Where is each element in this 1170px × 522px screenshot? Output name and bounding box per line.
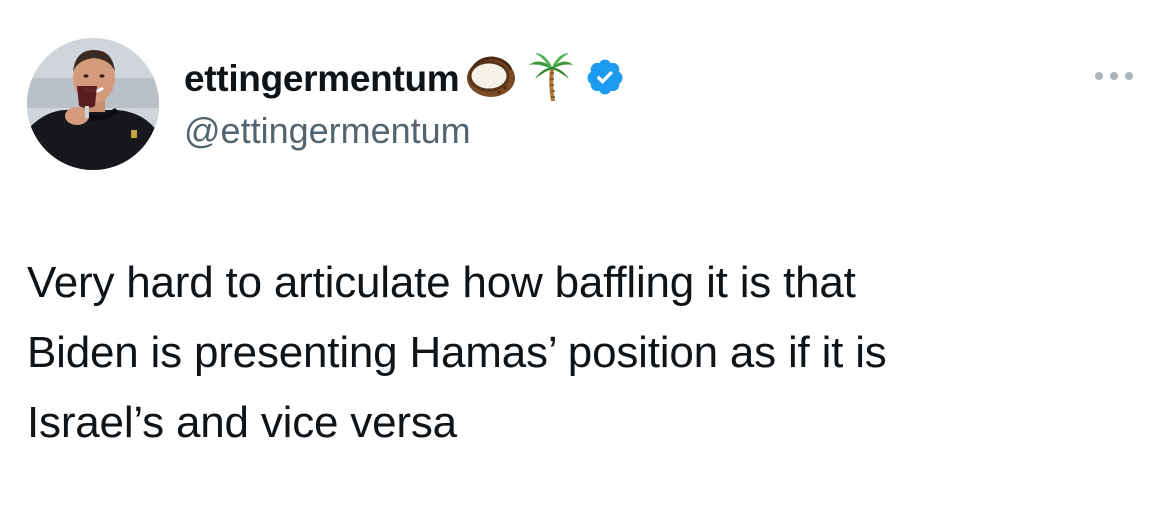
more-options-button[interactable] (1092, 66, 1136, 86)
display-name[interactable]: ettingermentum (184, 58, 460, 100)
more-options-icon (1095, 72, 1133, 80)
tweet: ettingermentum @ettingermentum Very hard… (0, 0, 1170, 522)
avatar[interactable] (27, 38, 159, 170)
tweet-text: Very hard to articulate how baffling it … (27, 258, 887, 447)
avatar-photo (27, 38, 159, 170)
author-handle[interactable]: @ettingermentum (184, 110, 625, 152)
name-row: ettingermentum (184, 52, 625, 105)
tweet-header: ettingermentum @ettingermentum (184, 52, 625, 152)
palm-tree-icon (527, 51, 575, 108)
verified-badge-icon[interactable] (585, 57, 625, 102)
coconut-icon (465, 54, 517, 105)
